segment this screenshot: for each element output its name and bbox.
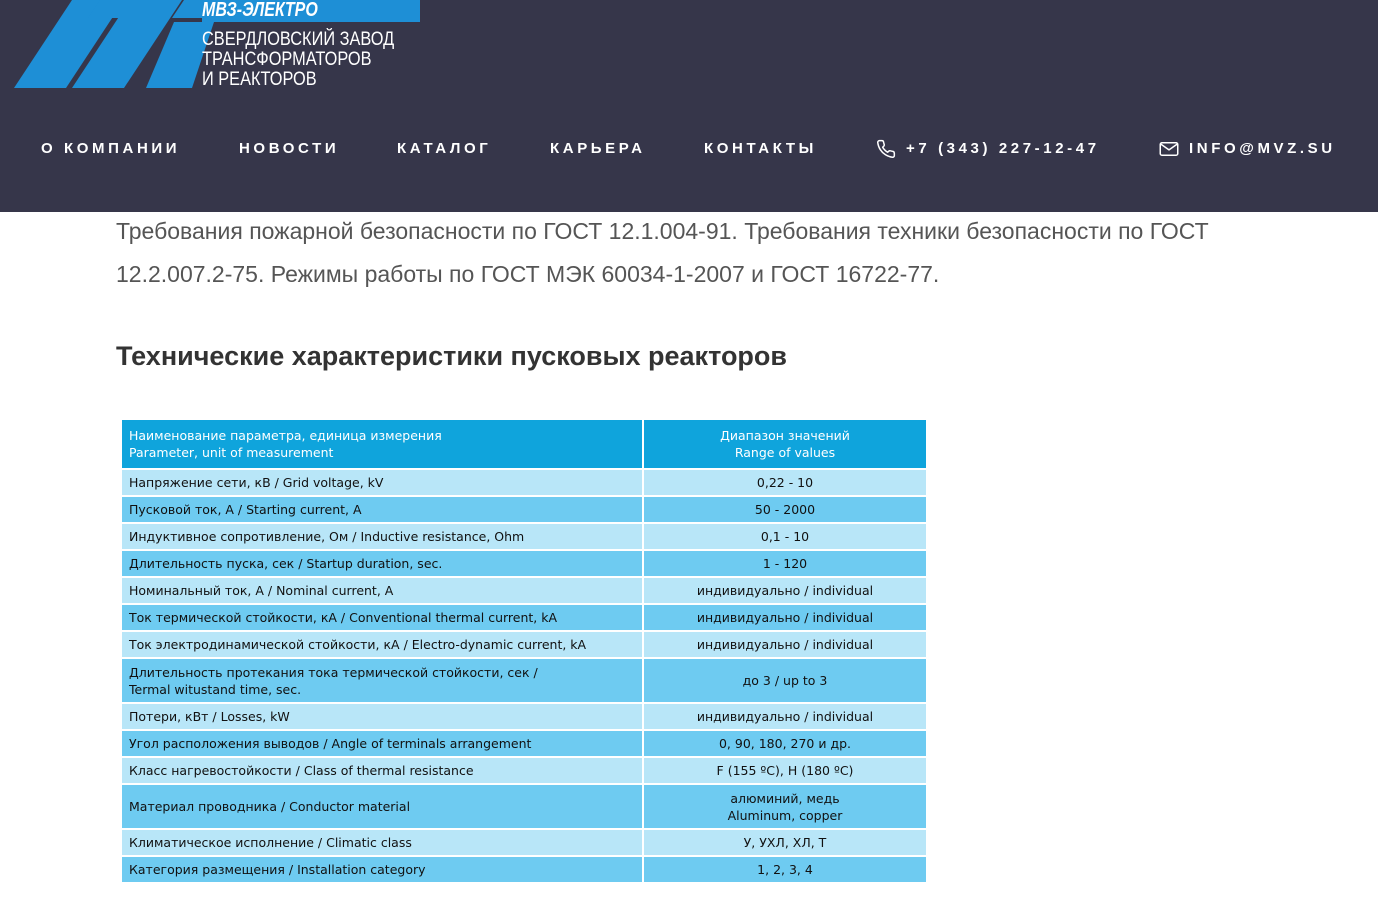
- param-cell: Длительность пуска, сек / Startup durati…: [120, 549, 644, 578]
- nav-item-career[interactable]: КАРЬЕРА: [550, 137, 646, 161]
- header-range-ru: Диапазон значений: [720, 428, 850, 443]
- nav-item-about[interactable]: О КОМПАНИИ: [41, 137, 180, 161]
- intro-line-1: Требования пожарной безопасности по ГОСТ…: [116, 218, 1209, 244]
- header-param-en: Parameter, unit of measurement: [129, 445, 334, 460]
- value-cell: индивидуально / individual: [642, 576, 928, 605]
- value-line-1: алюминий, медь: [730, 790, 840, 806]
- logo-line-2: ТРАНСФОРМАТОРОВ: [202, 49, 372, 70]
- intro-line-2: 12.2.007.2-75. Режимы работы по ГОСТ МЭК…: [116, 261, 940, 287]
- logo-mark-icon: [14, 0, 214, 88]
- value-cell: индивидуально / individual: [642, 630, 928, 659]
- table-row: Длительность протекания тока термической…: [120, 657, 928, 704]
- table-row: Индуктивное сопротивление, Ом / Inductiv…: [120, 522, 928, 551]
- param-cell: Ток электродинамической стойкости, кА / …: [120, 630, 644, 659]
- value-cell: 1 - 120: [642, 549, 928, 578]
- logo-line-1: СВЕРДЛОВСКИЙ ЗАВОД: [202, 29, 395, 50]
- company-logo[interactable]: МВЗ-ЭЛЕКТРО СВЕРДЛОВСКИЙ ЗАВОД ТРАНСФОРМ…: [14, 0, 420, 90]
- param-cell: Материал проводника / Conductor material: [120, 783, 644, 830]
- param-line-2: Termal witustand time, sec.: [129, 681, 302, 697]
- site-header: МВЗ-ЭЛЕКТРО СВЕРДЛОВСКИЙ ЗАВОД ТРАНСФОРМ…: [0, 0, 1378, 212]
- table-row: Ток электродинамической стойкости, кА / …: [120, 630, 928, 659]
- value-cell: индивидуально / individual: [642, 702, 928, 731]
- param-cell: Категория размещения / Installation cate…: [120, 855, 644, 884]
- value-cell: 0, 90, 180, 270 и др.: [642, 729, 928, 758]
- table-row: Материал проводника / Conductor material…: [120, 783, 928, 830]
- param-cell: Напряжение сети, кВ / Grid voltage, kV: [120, 468, 644, 497]
- param-cell: Пусковой ток, А / Starting current, A: [120, 495, 644, 524]
- value-cell: до 3 / up to 3: [642, 657, 928, 704]
- table-row: Категория размещения / Installation cate…: [120, 855, 928, 884]
- email-address: INFO@MVZ.SU: [1189, 140, 1336, 157]
- param-cell: Индуктивное сопротивление, Ом / Inductiv…: [120, 522, 644, 551]
- value-cell: 1, 2, 3, 4: [642, 855, 928, 884]
- table-row: Номинальный ток, А / Nominal current, A …: [120, 576, 928, 605]
- logo-line-3: И РЕАКТОРОВ: [202, 69, 317, 90]
- header-range: Диапазон значений Range of values: [642, 418, 928, 470]
- nav-item-contacts[interactable]: КОНТАКТЫ: [704, 137, 817, 161]
- section-title: Технические характеристики пусковых реак…: [116, 341, 788, 371]
- table-row: Угол расположения выводов / Angle of ter…: [120, 729, 928, 758]
- phone-number: +7 (343) 227-12-47: [906, 140, 1100, 157]
- nav-item-phone[interactable]: +7 (343) 227-12-47: [876, 137, 1100, 161]
- table-row: Ток термической стойкости, кА / Conventi…: [120, 603, 928, 632]
- table-row: Напряжение сети, кВ / Grid voltage, kV 0…: [120, 468, 928, 497]
- param-cell: Номинальный ток, А / Nominal current, A: [120, 576, 644, 605]
- nav-item-catalog[interactable]: КАТАЛОГ: [397, 137, 491, 161]
- nav-item-email[interactable]: INFO@MVZ.SU: [1159, 137, 1336, 161]
- table-row: Длительность пуска, сек / Startup durati…: [120, 549, 928, 578]
- value-cell: 0,1 - 10: [642, 522, 928, 551]
- nav-item-news[interactable]: НОВОСТИ: [239, 137, 339, 161]
- intro-paragraph: Требования пожарной безопасности по ГОСТ…: [116, 210, 1296, 296]
- specs-table: Наименование параметра, единица измерени…: [120, 418, 928, 884]
- table-row: Пусковой ток, А / Starting current, A 50…: [120, 495, 928, 524]
- param-line-1: Длительность протекания тока термической…: [129, 664, 538, 680]
- table-row: Потери, кВт / Losses, kW индивидуально /…: [120, 702, 928, 731]
- value-cell: алюминий, медь Aluminum, copper: [642, 783, 928, 830]
- value-cell: 0,22 - 10: [642, 468, 928, 497]
- logo-brand-text: МВЗ-ЭЛЕКТРО: [202, 0, 318, 21]
- table-header-row: Наименование параметра, единица измерени…: [120, 418, 928, 470]
- header-param: Наименование параметра, единица измерени…: [120, 418, 644, 470]
- value-cell: 50 - 2000: [642, 495, 928, 524]
- param-cell: Ток термической стойкости, кА / Conventi…: [120, 603, 644, 632]
- mail-icon: [1159, 141, 1179, 157]
- param-cell: Длительность протекания тока термической…: [120, 657, 644, 704]
- header-range-en: Range of values: [734, 445, 836, 460]
- table-row: Класс нагревостойкости / Class of therma…: [120, 756, 928, 785]
- param-cell: Угол расположения выводов / Angle of ter…: [120, 729, 644, 758]
- param-cell: Класс нагревостойкости / Class of therma…: [120, 756, 644, 785]
- value-cell: индивидуально / individual: [642, 603, 928, 632]
- param-cell: Климатическое исполнение / Climatic clas…: [120, 828, 644, 857]
- value-cell: У, УХЛ, ХЛ, Т: [642, 828, 928, 857]
- param-cell: Потери, кВт / Losses, kW: [120, 702, 644, 731]
- value-cell: F (155 ºC), H (180 ºC): [642, 756, 928, 785]
- phone-icon: [876, 139, 896, 159]
- header-param-ru: Наименование параметра, единица измерени…: [129, 428, 442, 443]
- main-nav: О КОМПАНИИ НОВОСТИ КАТАЛОГ КАРЬЕРА КОНТА…: [0, 137, 1378, 161]
- table-row: Климатическое исполнение / Climatic clas…: [120, 828, 928, 857]
- logo-company-name: СВЕРДЛОВСКИЙ ЗАВОД ТРАНСФОРМАТОРОВ И РЕА…: [202, 30, 394, 90]
- value-line-2: Aluminum, copper: [727, 807, 843, 823]
